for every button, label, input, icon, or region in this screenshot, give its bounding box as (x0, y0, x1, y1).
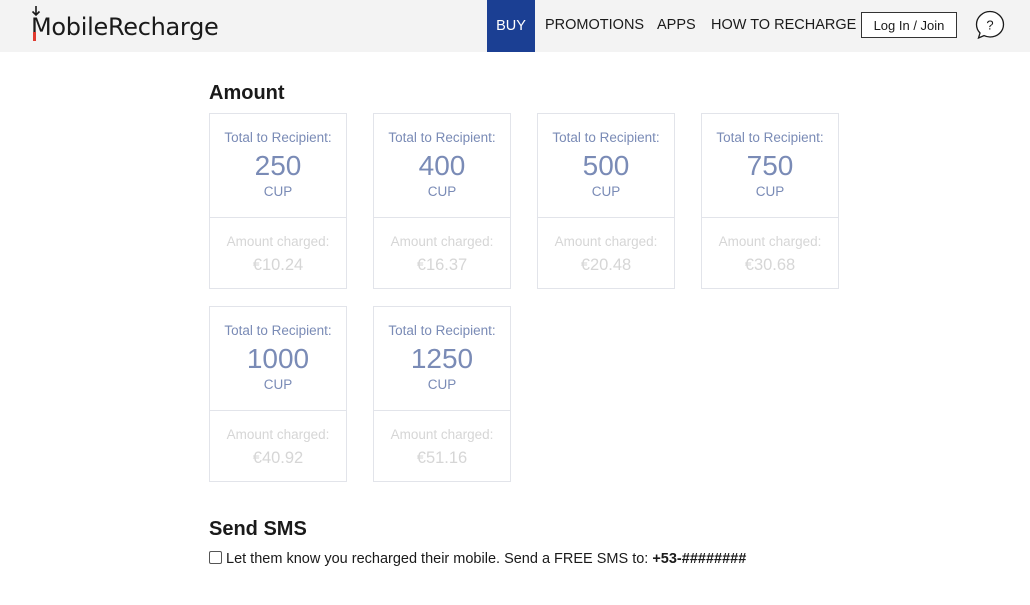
amount-section-title: Amount (209, 82, 285, 104)
svg-text:?: ? (986, 18, 993, 33)
card-charged-area: Amount charged: €16.37 (374, 218, 510, 290)
card-recipient-area: Total to Recipient: 250 CUP (210, 114, 346, 218)
card-charged-area: Amount charged: €40.92 (210, 411, 346, 483)
logo-accent-bar (33, 32, 36, 41)
card-recipient-area: Total to Recipient: 1250 CUP (374, 307, 510, 411)
card-recipient-area: Total to Recipient: 1000 CUP (210, 307, 346, 411)
charged-label: Amount charged: (390, 427, 494, 442)
recipient-currency: CUP (263, 184, 293, 199)
amount-option-card[interactable]: Total to Recipient: 400 CUP Amount charged:… (373, 113, 511, 289)
logo-text: obileRecharge (51, 13, 219, 41)
card-recipient-area: Total to Recipient: 750 CUP (702, 114, 838, 218)
nav-apps-link[interactable]: APPS (657, 17, 696, 33)
card-recipient-area: Total to Recipient: 400 CUP (374, 114, 510, 218)
recipient-amount: 250 (254, 150, 302, 181)
recipient-label: Total to Recipient: (552, 130, 660, 145)
send-sms-section-title: Send SMS (209, 518, 307, 540)
charged-label: Amount charged: (226, 427, 330, 442)
recipient-currency: CUP (427, 377, 457, 392)
charged-amount: €20.48 (580, 256, 632, 274)
charged-label: Amount charged: (554, 234, 658, 249)
nav-promotions-link[interactable]: PROMOTIONS (545, 17, 644, 33)
nav-how-to-recharge-link[interactable]: HOW TO RECHARGE (711, 17, 856, 33)
card-recipient-area: Total to Recipient: 500 CUP (538, 114, 674, 218)
logo-arrow-icon (31, 6, 41, 17)
amount-option-card[interactable]: Total to Recipient: 250 CUP Amount charged:… (209, 113, 347, 289)
sms-option-row: Let them know you recharged their mobile… (209, 550, 747, 567)
amount-option-card[interactable]: Total to Recipient: 1250 CUP Amount charged… (373, 306, 511, 482)
card-charged-area: Amount charged: €51.16 (374, 411, 510, 483)
recipient-amount: 400 (418, 150, 466, 181)
recipient-label: Total to Recipient: (388, 130, 496, 145)
recipient-amount: 750 (746, 150, 794, 181)
recipient-amount: 1250 (410, 343, 474, 374)
sms-checkbox-label[interactable]: Let them know you recharged their mobile… (226, 551, 648, 567)
top-navigation-bar: M obileRecharge BUY PROMOTIONS APPS HOW … (0, 0, 1030, 52)
charged-label: Amount charged: (718, 234, 822, 249)
charged-amount: €10.24 (252, 256, 304, 274)
recipient-label: Total to Recipient: (224, 323, 332, 338)
recipient-label: Total to Recipient: (716, 130, 824, 145)
recipient-amount: 1000 (246, 343, 310, 374)
charged-label: Amount charged: (226, 234, 330, 249)
login-join-button[interactable]: Log In / Join (861, 12, 957, 38)
brand-logo[interactable]: M obileRecharge (31, 6, 219, 44)
card-charged-area: Amount charged: €20.48 (538, 218, 674, 290)
nav-buy-tab[interactable]: BUY (487, 0, 535, 52)
charged-amount: €40.92 (252, 449, 304, 467)
recipient-currency: CUP (591, 184, 621, 199)
sms-checkbox[interactable] (209, 550, 222, 564)
help-icon[interactable]: ? (975, 10, 1005, 40)
charged-amount: €16.37 (416, 256, 468, 274)
amount-option-card[interactable]: Total to Recipient: 1000 CUP Amount charged… (209, 306, 347, 482)
card-charged-area: Amount charged: €30.68 (702, 218, 838, 290)
card-charged-area: Amount charged: €10.24 (210, 218, 346, 290)
recipient-currency: CUP (263, 377, 293, 392)
recipient-label: Total to Recipient: (388, 323, 496, 338)
charged-label: Amount charged: (390, 234, 494, 249)
amount-option-card[interactable]: Total to Recipient: 750 CUP Amount charged:… (701, 113, 839, 289)
charged-amount: €51.16 (416, 449, 468, 467)
recipient-currency: CUP (427, 184, 457, 199)
recipient-amount: 500 (582, 150, 630, 181)
recipient-label: Total to Recipient: (224, 130, 332, 145)
recipient-currency: CUP (755, 184, 785, 199)
charged-amount: €30.68 (744, 256, 796, 274)
amount-option-card[interactable]: Total to Recipient: 500 CUP Amount charged:… (537, 113, 675, 289)
sms-phone-number: +53-######## (652, 551, 747, 567)
